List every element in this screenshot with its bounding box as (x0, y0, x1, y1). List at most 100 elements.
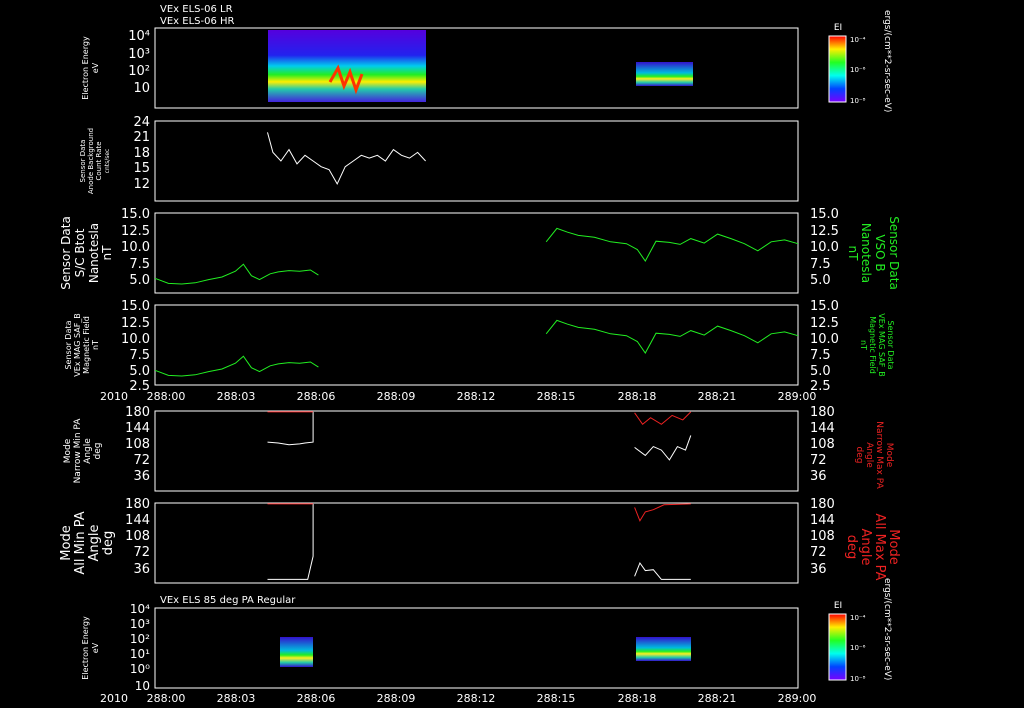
p4-tick-2: 10.0 (121, 332, 150, 347)
p3-ylabel-d: nT (100, 245, 114, 261)
p4-rtick-0: 15.0 (810, 299, 839, 314)
p3-rlabel-a: Sensor Data (887, 216, 901, 290)
p6-tick-4: 36 (133, 562, 150, 577)
p6-ylabel-b: All Min PA (73, 511, 88, 574)
x-upper-tick-2: 288:06 (297, 390, 336, 403)
x-lower-tick-8: 289:00 (778, 692, 817, 705)
p5-rtick-0: 180 (810, 405, 835, 420)
p6-rtick-2: 108 (810, 529, 835, 544)
header-line2: VEx ELS-06 HR (160, 16, 235, 27)
cb-bot-tick-lo: 10⁻⁸ (850, 675, 866, 683)
x-year-upper: 2010 (100, 390, 128, 403)
data-traces (154, 132, 799, 580)
p2-ylabel-a: Sensor Data (79, 140, 87, 183)
p6-ylabel-d: deg (101, 531, 116, 556)
p4-rlabel-a: Sensor Data (886, 320, 895, 369)
p3-ylabel-a: Sensor Data (59, 216, 73, 290)
p1-tick-3: 10 (133, 81, 150, 96)
p3-tick-4: 5.0 (129, 273, 150, 288)
x-upper-tick-3: 288:09 (377, 390, 416, 403)
x-upper-tick-5: 288:15 (537, 390, 576, 403)
p6-rtick-4: 36 (810, 562, 827, 577)
p5-tick-2: 108 (125, 437, 150, 452)
p2-tick-3: 15 (133, 161, 150, 176)
cb-top-tick-lo: 10⁻⁸ (850, 97, 866, 105)
p6-ylabel-a: Mode (59, 525, 74, 560)
p6-tick-2: 108 (125, 529, 150, 544)
p3-rtick-2: 10.0 (810, 240, 839, 255)
p6-tick-0: 180 (125, 497, 150, 512)
panel-4-series-1 (545, 319, 799, 354)
x-lower-tick-7: 288:21 (698, 692, 737, 705)
p1-block-1 (268, 30, 426, 102)
panel-1-frame (154, 27, 799, 109)
p5-ylabel-a: Mode (63, 438, 73, 463)
p6-tick-1: 144 (125, 513, 150, 528)
p2-tick-1: 21 (133, 130, 150, 145)
p2-ylabel-c: Count Rate (95, 141, 103, 180)
colorbar-bottom-unit: ergs/(cm**2-sr-sec-eV) (882, 578, 892, 680)
p5-rtick-4: 36 (810, 469, 827, 484)
cb-bot-tick-hi: 10⁻⁴ (850, 614, 866, 622)
p4-ylabel-d: nT (91, 340, 100, 350)
p4-tick-1: 12.5 (121, 316, 150, 331)
panel-5-series-3 (634, 411, 692, 426)
colorbar-top-label: EI (834, 23, 842, 33)
panel-3-series-1 (545, 227, 799, 262)
cb-top-tick-hi: 10⁻⁴ (850, 36, 866, 44)
colorbar-top-unit: ergs/(cm**2-sr-sec-eV) (882, 10, 892, 112)
p4-ylabel-b: VEx MAG SAF_B (73, 313, 82, 377)
panel-6-series-0 (267, 503, 314, 580)
panel-2-frame (154, 120, 799, 202)
p3-rtick-1: 12.5 (810, 224, 839, 239)
p6-rlabel-d: deg (844, 535, 859, 560)
p1-block-2 (636, 62, 693, 86)
p4-rlabel-c: Magnetic Field (868, 316, 877, 374)
x-year-lower: 2010 (100, 692, 128, 705)
cb-bot-tick-mid: 10⁻⁶ (850, 644, 866, 652)
x-lower-tick-6: 288:18 (618, 692, 657, 705)
p5-tick-4: 36 (133, 469, 150, 484)
p2-ylabel-b: Anode Background (87, 128, 95, 194)
p5-rtick-1: 144 (810, 421, 835, 436)
p5-tick-3: 72 (133, 453, 150, 468)
p1-tick-2: 10² (128, 64, 150, 79)
p7-tick-3: 10¹ (130, 647, 150, 661)
p5-rlabel-c: Angle (864, 442, 874, 468)
p6-tick-3: 72 (133, 545, 150, 560)
x-lower-tick-4: 288:12 (457, 692, 496, 705)
panel-4-frame (154, 304, 799, 386)
panel-2-series-0 (267, 132, 426, 185)
p7-tick-2: 10² (130, 632, 150, 646)
x-lower-tick-3: 288:09 (377, 692, 416, 705)
p5-ylabel-b: Narrow Min PA (73, 418, 83, 484)
p7-tick-4: 10⁰ (130, 662, 150, 676)
p4-tick-0: 15.0 (121, 299, 150, 314)
p3-rtick-3: 7.5 (810, 257, 831, 272)
panel-5-series-0 (267, 411, 314, 446)
p4-rtick-1: 12.5 (810, 316, 839, 331)
p7-block-2 (636, 637, 691, 661)
p4-rtick-3: 7.5 (810, 348, 831, 363)
p5-rtick-3: 72 (810, 453, 827, 468)
panel-6-series-2 (634, 561, 691, 580)
x-lower-tick-2: 288:06 (297, 692, 336, 705)
panel-6-frame (154, 502, 799, 584)
p3-ylabel-c: Nanotesla (87, 223, 101, 283)
colorbar-bottom-label: EI (834, 601, 842, 611)
p7-ylabel-a: Electron Energy (81, 616, 90, 680)
p4-rtick-2: 10.0 (810, 332, 839, 347)
p5-ylabel-d: deg (93, 443, 103, 460)
p3-rlabel-c: Nanotesla (859, 223, 873, 283)
x-upper-tick-7: 288:21 (698, 390, 737, 403)
p7-tick-0: 10⁴ (130, 602, 150, 616)
p6-rlabel-c: Angle (858, 529, 873, 566)
p3-tick-3: 7.5 (129, 257, 150, 272)
colorbar-bottom (828, 613, 847, 681)
p3-tick-0: 15.0 (121, 207, 150, 222)
p7-block-1 (280, 637, 313, 667)
p3-rtick-4: 5.0 (810, 273, 831, 288)
x-upper-tick-0: 288:00 (147, 390, 186, 403)
panel-6-series-3 (634, 503, 691, 522)
x-lower-tick-1: 288:03 (217, 692, 256, 705)
